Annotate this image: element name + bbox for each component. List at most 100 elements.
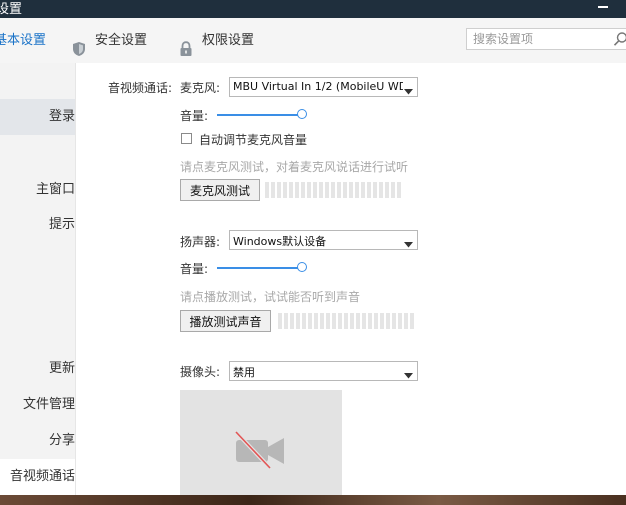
meter-segment [338,313,342,329]
meter-segment [320,313,324,329]
av-settings-panel: 音视频通话: 麦克风: MBU Virtual In 1/2 (MobileU … [76,63,626,495]
meter-segment [362,313,366,329]
meter-segment [284,313,288,329]
meter-segment [313,182,317,198]
sidebar-item-share[interactable]: 分享 [0,423,75,459]
auto-adjust-mic-checkbox[interactable] [181,133,192,144]
sidebar-item-label: 主窗口 [35,182,75,197]
meter-segment [355,182,359,198]
meter-segment [392,313,396,329]
meter-segment [307,182,311,198]
sidebar-item-main-window[interactable]: 主窗口 [0,172,75,208]
sidebar-item-label: 音视频通话 [9,469,75,484]
search-box[interactable] [466,28,626,50]
meter-segment [404,313,408,329]
meter-segment [271,182,275,198]
sidebar-item-label: 提示 [48,217,75,232]
meter-segment [278,313,282,329]
meter-segment [385,182,389,198]
sidebar-item-label: 更新 [48,361,75,376]
meter-segment [410,313,414,329]
meter-segment [368,313,372,329]
sidebar-item-label: 文件管理 [22,397,75,412]
meter-segment [391,182,395,198]
camera-off-icon [234,430,286,473]
title-bar: 设置 [0,0,626,18]
search-input[interactable] [473,31,603,47]
tab-security-settings[interactable]: 安全设置 [72,18,147,63]
mic-label: 麦克风: [180,81,221,95]
meter-segment [302,313,306,329]
camera-preview [180,390,342,495]
sidebar-item-av-call[interactable]: 音视频通话 [0,459,75,495]
tab-label: 权限设置 [202,33,255,48]
sidebar-item-notification[interactable]: 提示 [0,207,75,243]
meter-segment [343,182,347,198]
meter-segment [314,313,318,329]
search-icon[interactable] [613,31,626,50]
mic-device-value: MBU Virtual In 1/2 (MobileU WD... [233,80,403,93]
meter-segment [295,182,299,198]
mic-device-select[interactable]: MBU Virtual In 1/2 (MobileU WD... [229,77,418,97]
meter-segment [398,313,402,329]
sidebar-item-login[interactable]: 登录 [0,99,75,135]
meter-segment [331,182,335,198]
desktop-background [0,494,626,505]
slider-thumb[interactable] [297,109,307,119]
settings-window: 设置 基本设置 安全设置 权限设置 搜索设置项 登录 主窗口 提示 更新 文件管… [0,0,626,495]
mic-test-button[interactable]: 麦克风测试 [180,179,260,201]
meter-segment [379,182,383,198]
settings-sidebar: 登录 主窗口 提示 更新 文件管理 分享 音视频通话 [0,63,76,495]
mic-test-hint: 请点麦克风测试，对着麦克风说话进行试听 [180,160,409,174]
meter-segment [332,313,336,329]
tab-label: 安全设置 [95,33,148,48]
speaker-level-meter [278,313,414,329]
camera-label: 摄像头: [180,365,221,379]
speaker-test-hint: 请点播放测试，试试能否听到声音 [180,290,361,304]
mic-volume-label: 音量: [180,109,209,123]
sidebar-item-label: 分享 [48,433,75,448]
speaker-volume-slider[interactable] [217,262,307,274]
meter-segment [349,182,353,198]
tab-basic-settings[interactable]: 基本设置 [0,18,46,63]
auto-adjust-mic-label: 自动调节麦克风音量 [199,133,308,147]
meter-segment [344,313,348,329]
meter-segment [374,313,378,329]
meter-segment [277,182,281,198]
slider-track [217,114,301,116]
window-title: 设置 [0,2,23,17]
meter-segment [301,182,305,198]
chevron-down-icon [404,368,413,382]
slider-thumb[interactable] [297,262,307,272]
speaker-test-button[interactable]: 播放测试声音 [180,310,271,332]
speaker-volume-label: 音量: [180,262,209,276]
meter-segment [361,182,365,198]
camera-device-select[interactable]: 禁用 [229,361,418,381]
sidebar-item-label: 登录 [48,109,75,124]
slider-track [217,267,301,269]
chevron-down-icon [404,84,413,98]
meter-segment [289,182,293,198]
minimize-button[interactable] [598,2,608,12]
meter-segment [386,313,390,329]
meter-segment [308,313,312,329]
meter-segment [337,182,341,198]
meter-segment [356,313,360,329]
meter-segment [367,182,371,198]
camera-device-value: 禁用 [233,366,255,379]
sidebar-item-file-management[interactable]: 文件管理 [0,387,75,423]
meter-segment [350,313,354,329]
mic-volume-slider[interactable] [217,109,307,121]
meter-segment [283,182,287,198]
meter-segment [265,182,269,198]
section-title: 音视频通话: [108,81,173,95]
speaker-device-value: Windows默认设备 [233,235,327,248]
sidebar-item-update[interactable]: 更新 [0,351,75,387]
meter-segment [373,182,377,198]
speaker-label: 扬声器: [180,235,221,249]
meter-segment [380,313,384,329]
tab-permission-settings[interactable]: 权限设置 [179,18,254,63]
mic-level-meter [265,182,401,198]
speaker-device-select[interactable]: Windows默认设备 [229,230,418,250]
meter-segment [290,313,294,329]
